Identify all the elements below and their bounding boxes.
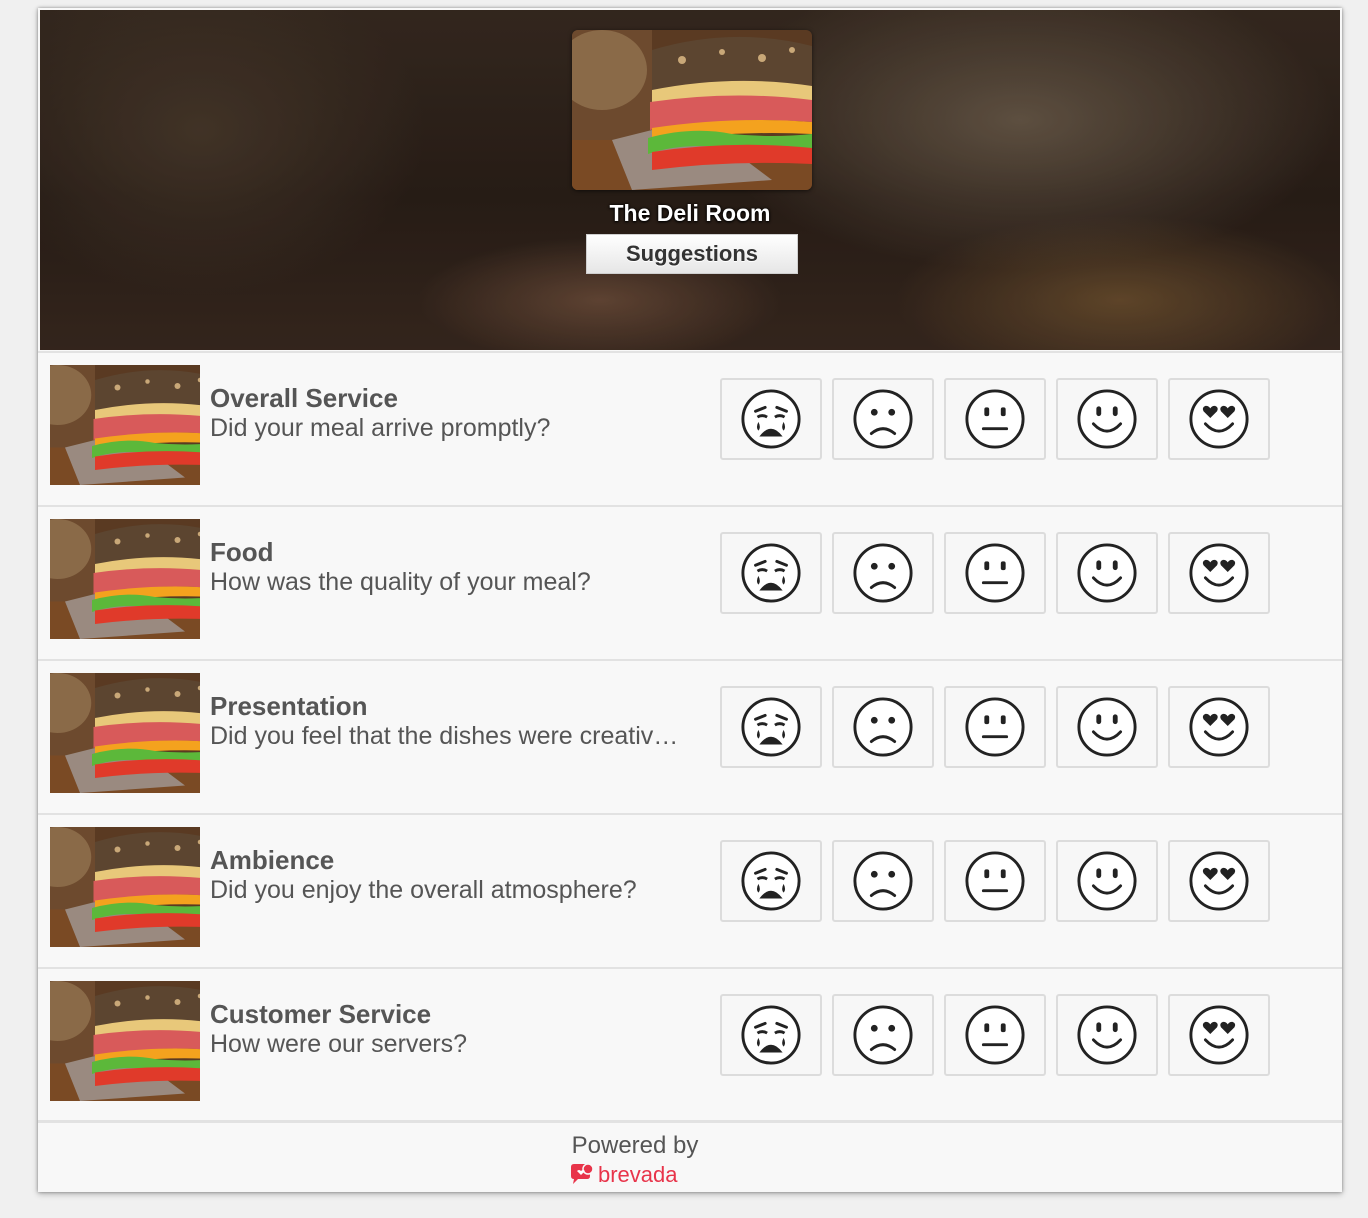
footer: Powered by brevada <box>38 1120 1342 1192</box>
rating-buttons <box>720 378 1270 460</box>
sandwich-photo <box>50 827 200 947</box>
smiling-face-icon <box>1076 388 1138 450</box>
question-thumbnail <box>50 365 200 485</box>
smiling-face-icon <box>1076 542 1138 604</box>
rating-button-4[interactable] <box>1056 994 1158 1076</box>
sandwich-photo <box>50 981 200 1101</box>
question-text: Did you enjoy the overall atmosphere? <box>210 876 637 904</box>
rating-button-5[interactable] <box>1168 378 1270 460</box>
question-text: How were our servers? <box>210 1030 468 1058</box>
crying-face-icon <box>740 1004 802 1066</box>
frowning-face-icon <box>852 696 914 758</box>
crying-face-icon <box>740 696 802 758</box>
rating-button-5[interactable] <box>1168 840 1270 922</box>
heart-eyes-face-icon <box>1188 542 1250 604</box>
question-title: Overall Service <box>210 383 398 413</box>
powered-by-label: Powered by <box>571 1132 699 1159</box>
smiling-face-icon <box>1076 850 1138 912</box>
heart-eyes-face-icon <box>1188 696 1250 758</box>
neutral-face-icon <box>964 1004 1026 1066</box>
smiling-face-icon <box>1076 1004 1138 1066</box>
rating-button-5[interactable] <box>1168 686 1270 768</box>
question-row-overall-service: Overall Service Did your meal arrive pro… <box>38 351 1342 507</box>
rating-button-4[interactable] <box>1056 686 1158 768</box>
frowning-face-icon <box>852 542 914 604</box>
heart-eyes-face-icon <box>1188 1004 1250 1066</box>
question-text: How was the quality of your meal? <box>210 568 591 596</box>
rating-button-4[interactable] <box>1056 378 1158 460</box>
rating-button-2[interactable] <box>832 378 934 460</box>
rating-button-3[interactable] <box>944 840 1046 922</box>
question-title: Customer Service <box>210 999 432 1029</box>
restaurant-logo <box>572 30 812 190</box>
question-text: Did your meal arrive promptly? <box>210 414 551 442</box>
rating-button-3[interactable] <box>944 686 1046 768</box>
rating-button-2[interactable] <box>832 686 934 768</box>
question-row-food: Food How was the quality of your meal? <box>38 507 1342 661</box>
brevada-logo-link[interactable]: brevada <box>569 1162 678 1188</box>
question-row-customer-service: Customer Service How were our servers? <box>38 969 1342 1123</box>
rating-button-3[interactable] <box>944 532 1046 614</box>
rating-button-3[interactable] <box>944 994 1046 1076</box>
question-list: Overall Service Did your meal arrive pro… <box>38 351 1342 1123</box>
question-thumbnail <box>50 827 200 947</box>
crying-face-icon <box>740 542 802 604</box>
sandwich-photo <box>50 519 200 639</box>
rating-button-4[interactable] <box>1056 532 1158 614</box>
neutral-face-icon <box>964 696 1026 758</box>
question-row-presentation: Presentation Did you feel that the dishe… <box>38 661 1342 815</box>
heart-eyes-face-icon <box>1188 850 1250 912</box>
heart-eyes-face-icon <box>1188 388 1250 450</box>
question-title: Food <box>210 537 274 567</box>
crying-face-icon <box>740 850 802 912</box>
rating-buttons <box>720 840 1270 922</box>
question-text: Did you feel that the dishes were creati… <box>210 722 679 750</box>
header-banner: The Deli Room Suggestions <box>40 10 1340 350</box>
rating-buttons <box>720 994 1270 1076</box>
neutral-face-icon <box>964 542 1026 604</box>
frowning-face-icon <box>852 1004 914 1066</box>
survey-card: The Deli Room Suggestions Overall Servic… <box>38 8 1342 1192</box>
neutral-face-icon <box>964 388 1026 450</box>
question-title: Ambience <box>210 845 335 875</box>
rating-button-1[interactable] <box>720 686 822 768</box>
rating-button-2[interactable] <box>832 840 934 922</box>
rating-button-1[interactable] <box>720 840 822 922</box>
sandwich-photo <box>50 365 200 485</box>
sandwich-photo <box>572 30 812 190</box>
rating-button-3[interactable] <box>944 378 1046 460</box>
rating-button-1[interactable] <box>720 994 822 1076</box>
brand-name: brevada <box>598 1162 678 1187</box>
frowning-face-icon <box>852 388 914 450</box>
question-thumbnail <box>50 519 200 639</box>
rating-button-2[interactable] <box>832 532 934 614</box>
question-title: Presentation <box>210 691 368 721</box>
question-thumbnail <box>50 673 200 793</box>
frowning-face-icon <box>852 850 914 912</box>
rating-button-1[interactable] <box>720 378 822 460</box>
rating-buttons <box>720 532 1270 614</box>
rating-button-1[interactable] <box>720 532 822 614</box>
rating-button-5[interactable] <box>1168 994 1270 1076</box>
rating-button-2[interactable] <box>832 994 934 1076</box>
sandwich-photo <box>50 673 200 793</box>
suggestions-button[interactable]: Suggestions <box>586 234 798 274</box>
neutral-face-icon <box>964 850 1026 912</box>
restaurant-name: The Deli Room <box>609 200 771 226</box>
chat-bubble-icon <box>571 1163 594 1184</box>
rating-button-4[interactable] <box>1056 840 1158 922</box>
rating-button-5[interactable] <box>1168 532 1270 614</box>
question-thumbnail <box>50 981 200 1101</box>
crying-face-icon <box>740 388 802 450</box>
rating-buttons <box>720 686 1270 768</box>
smiling-face-icon <box>1076 696 1138 758</box>
question-row-ambience: Ambience Did you enjoy the overall atmos… <box>38 815 1342 969</box>
